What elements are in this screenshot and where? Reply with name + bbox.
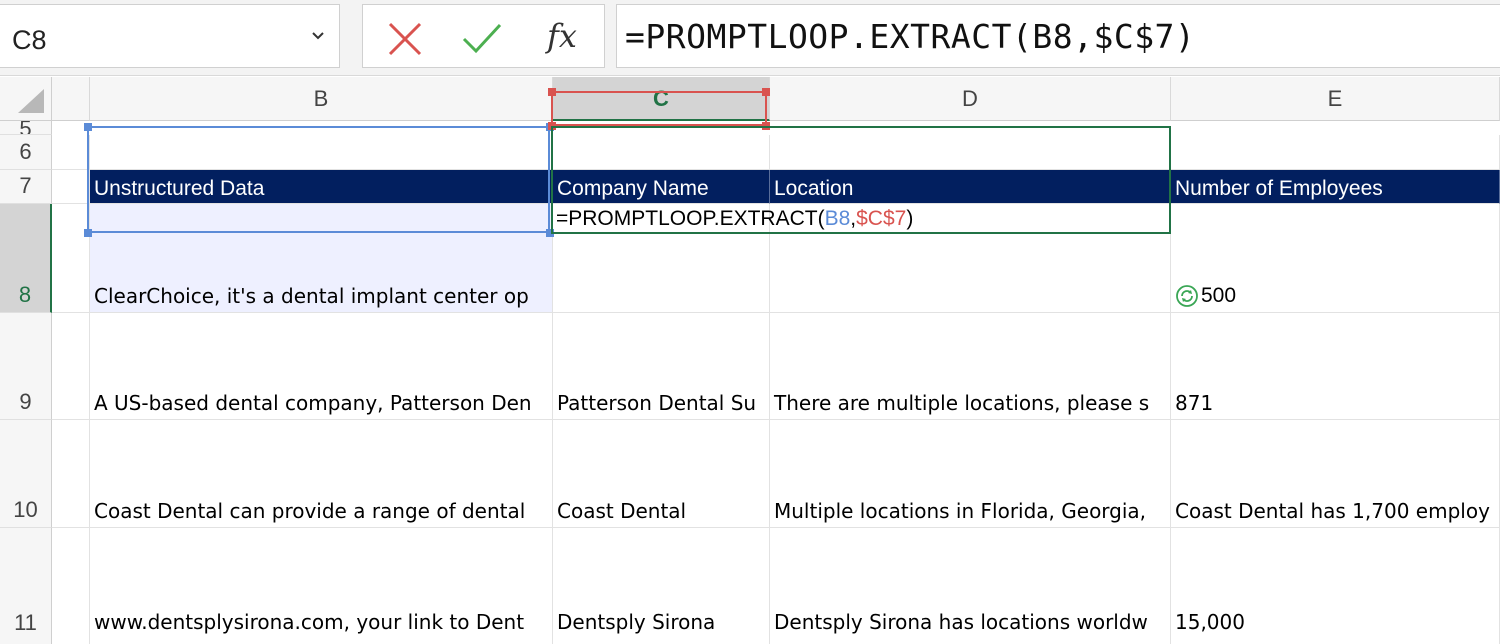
cell-b8[interactable]: ClearChoice, it's a dental implant cente… [90,204,553,313]
formula-text: =PROMPTLOOP.EXTRACT(B8,$C$7) [625,17,1196,56]
name-box[interactable]: C8 [0,4,340,68]
fx-icon[interactable]: fx [547,17,577,55]
cell-d6[interactable] [770,135,1171,170]
cell-b10[interactable]: Coast Dental can provide a range of dent… [90,420,553,528]
ref-handle-c7-tr[interactable] [762,88,770,96]
cell-c10[interactable]: Coast Dental [553,420,770,528]
table-header-number-of-employees[interactable]: Number of Employees [1171,170,1500,204]
cell-e6[interactable] [1171,135,1500,170]
refresh-icon [1176,285,1198,307]
ref-handle-c7-tl[interactable] [548,88,556,96]
cell-c6[interactable] [553,135,770,170]
column-header-c[interactable]: C [553,77,770,121]
ref-handle-b8-br[interactable] [546,229,554,237]
cell-a10[interactable] [52,420,90,528]
cell-d9[interactable]: There are multiple locations, please s [770,313,1171,420]
select-all-corner[interactable] [0,77,52,121]
cell-b9[interactable]: A US-based dental company, Patterson Den [90,313,553,420]
cancel-icon[interactable] [385,19,425,59]
row-header-11[interactable]: 11 [0,528,52,644]
row-header-9[interactable]: 9 [0,313,52,420]
row-header-8[interactable]: 8 [0,204,52,313]
row-header-5[interactable]: 5 [0,121,52,135]
column-header-d[interactable]: D [770,77,1171,121]
table-header-company-name[interactable]: Company Name [553,170,770,204]
column-header-a[interactable] [52,77,90,121]
table-header-unstructured-data[interactable]: Unstructured Data [90,170,553,204]
cell-c11[interactable]: Dentsply Sirona [553,528,770,644]
row-header-10[interactable]: 10 [0,420,52,528]
cell-b11[interactable]: www.dentsplysirona.com, your link to Den… [90,528,553,644]
ref-handle-b8-tl[interactable] [84,123,92,131]
cell-a7[interactable] [52,170,90,204]
ref-handle-c7-br[interactable] [762,122,770,130]
ref-handle-c7-bl[interactable] [548,122,556,130]
cell-e8[interactable]: 500 [1171,204,1500,313]
row-header-6[interactable]: 6 [0,135,52,170]
cell-e11[interactable]: 15,000 [1171,528,1500,644]
ref-handle-b8-bl[interactable] [84,229,92,237]
column-header-e[interactable]: E [1171,77,1500,121]
select-all-triangle-icon [18,89,44,113]
formula-bar: C8 fx =PROMPTLOOP.EXTRACT(B8,$C$7) [0,0,1500,76]
formula-input[interactable]: =PROMPTLOOP.EXTRACT(B8,$C$7) [616,4,1500,68]
cell-e10[interactable]: Coast Dental has 1,700 employ [1171,420,1500,528]
cell-c9[interactable]: Patterson Dental Su [553,313,770,420]
cell-a6[interactable] [52,135,90,170]
formula-ref-b8: B8 [824,207,851,230]
cell-e9[interactable]: 871 [1171,313,1500,420]
cell-a8[interactable] [52,204,90,313]
formula-buttons: fx [362,4,605,68]
chevron-down-icon[interactable] [311,31,325,41]
cell-b6[interactable] [90,135,553,170]
table-header-location[interactable]: Location [770,170,1171,204]
column-header-b[interactable]: B [90,77,553,121]
cell-a11[interactable] [52,528,90,644]
cell-d10[interactable]: Multiple locations in Florida, Georgia, [770,420,1171,528]
row-header-7[interactable]: 7 [0,170,52,204]
e8-value: 500 [1201,283,1237,307]
name-box-value: C8 [12,25,47,55]
cell-c8-formula[interactable]: =PROMPTLOOP.EXTRACT(B8,$C$7) [556,207,913,231]
formula-ref-c7: $C$7 [856,207,907,230]
cell-a9[interactable] [52,313,90,420]
checkmark-icon[interactable] [461,19,503,59]
cell-d11[interactable]: Dentsply Sirona has locations worldw [770,528,1171,644]
